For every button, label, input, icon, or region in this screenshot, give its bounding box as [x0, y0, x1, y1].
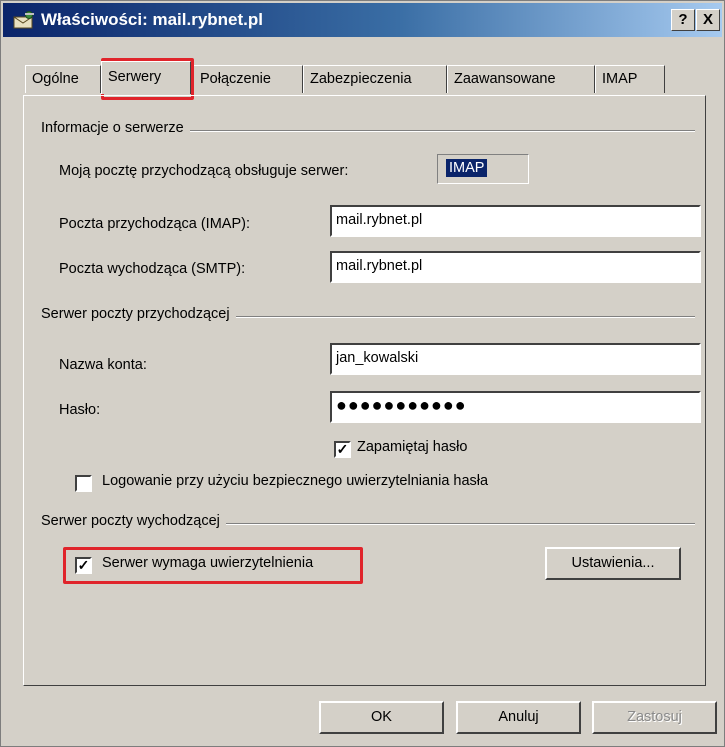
- ok-button[interactable]: OK: [319, 701, 444, 734]
- incoming-server-field[interactable]: mail.rybnet.pl: [330, 205, 701, 237]
- incoming-type-value: IMAP: [446, 159, 488, 177]
- incoming-type-label: Moją pocztę przychodzącą obsługuje serwe…: [59, 163, 349, 179]
- tab-zabezpieczenia[interactable]: Zabezpieczenia: [303, 65, 447, 93]
- spa-checkbox[interactable]: [75, 475, 92, 492]
- outgoing-server-label: Poczta wychodząca (SMTP):: [59, 261, 246, 277]
- close-button[interactable]: X: [696, 9, 720, 31]
- title-bar[interactable]: Właściwości: mail.rybnet.pl ? X: [3, 3, 722, 37]
- cancel-button[interactable]: Anuluj: [456, 701, 581, 734]
- account-name-field[interactable]: jan_kowalski: [330, 343, 701, 375]
- outgoing-group-title: Serwer poczty wychodzącej: [41, 513, 226, 529]
- incoming-type-box: IMAP: [437, 154, 529, 184]
- tab-strip: Ogólne Serwery Połączenie Zabezpieczenia…: [1, 61, 725, 97]
- incoming-group-title: Serwer poczty przychodzącej: [41, 306, 236, 322]
- properties-dialog: Właściwości: mail.rybnet.pl ? X Ogólne S…: [0, 0, 725, 747]
- tab-zaawansowane[interactable]: Zaawansowane: [447, 65, 595, 93]
- tab-serwery[interactable]: Serwery: [101, 61, 191, 94]
- tab-imap[interactable]: IMAP: [595, 65, 665, 93]
- apply-button[interactable]: Zastosuj: [592, 701, 717, 734]
- password-field[interactable]: ●●●●●●●●●●●: [330, 391, 701, 423]
- help-button[interactable]: ?: [671, 9, 695, 31]
- window-title: Właściwości: mail.rybnet.pl: [41, 10, 264, 29]
- settings-button[interactable]: Ustawienia...: [545, 547, 681, 580]
- remember-password-label[interactable]: Zapamiętaj hasło: [357, 439, 467, 455]
- password-label: Hasło:: [59, 402, 101, 418]
- checkmark-icon: ✓: [336, 441, 349, 457]
- incoming-server-label: Poczta przychodząca (IMAP):: [59, 216, 250, 232]
- envelope-icon: [13, 11, 34, 29]
- tab-ogolne[interactable]: Ogólne: [25, 65, 101, 93]
- server-info-group-title: Informacje o serwerze: [41, 120, 190, 136]
- auth-highlight: [63, 547, 363, 584]
- spa-label[interactable]: Logowanie przy użyciu bezpiecznego uwier…: [102, 473, 488, 489]
- outgoing-server-field[interactable]: mail.rybnet.pl: [330, 251, 701, 283]
- remember-password-checkbox[interactable]: ✓: [334, 441, 351, 458]
- account-name-label: Nazwa konta:: [59, 357, 147, 373]
- tab-polaczenie[interactable]: Połączenie: [193, 65, 303, 93]
